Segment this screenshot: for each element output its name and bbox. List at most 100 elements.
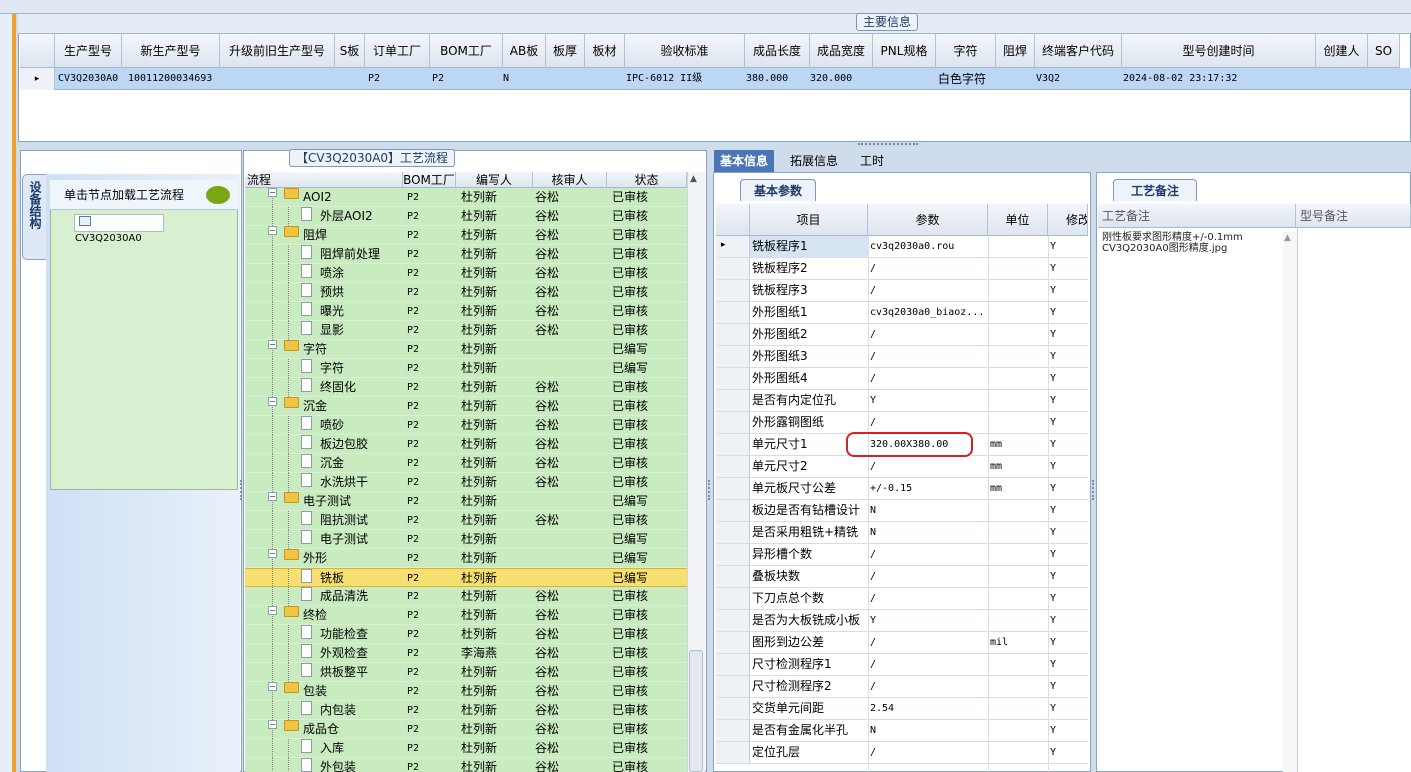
process-row[interactable]: − 外形 P2 杜列新 已编写: [245, 549, 687, 568]
param-row[interactable]: 外形图纸1 cv3q2030a0_biaoz... Y: [750, 302, 1088, 324]
param-value[interactable]: /: [870, 258, 988, 279]
param-row[interactable]: 铣板程序1 cv3q2030a0.rou Y: [750, 236, 1088, 258]
cell-new-model[interactable]: 10011200034693: [128, 68, 212, 90]
param-row-header[interactable]: [716, 720, 750, 742]
param-row[interactable]: 是否采用粗铣+精铣 N Y: [750, 522, 1088, 544]
expander-icon[interactable]: −: [268, 226, 277, 235]
param-value[interactable]: N: [870, 522, 988, 543]
col-ab-board[interactable]: AB板: [503, 34, 546, 68]
param-row-header[interactable]: [716, 610, 750, 632]
scroll-up-icon[interactable]: ▲: [690, 174, 697, 184]
expander-icon[interactable]: −: [268, 606, 277, 615]
param-value[interactable]: N: [870, 500, 988, 521]
param-value[interactable]: /: [870, 280, 988, 301]
process-row[interactable]: 显影 P2 杜列新 谷松 已审核: [245, 321, 687, 340]
param-row[interactable]: 是否有内定位孔 Y Y: [750, 390, 1088, 412]
param-row-header[interactable]: [716, 390, 750, 412]
col-created-time[interactable]: 型号创建时间: [1122, 34, 1316, 68]
col-pnl-spec[interactable]: PNL规格: [873, 34, 936, 68]
col-new-model[interactable]: 新生产型号: [122, 34, 220, 68]
process-row[interactable]: 外层AOI2 P2 杜列新 谷松 已审核: [245, 207, 687, 226]
cell-ab-board[interactable]: N: [503, 68, 509, 90]
tab-basic-info[interactable]: 基本信息: [714, 150, 775, 172]
param-row-header[interactable]: [716, 434, 750, 456]
param-value[interactable]: /: [870, 456, 988, 477]
param-row[interactable]: 交货单元间距 2.54 Y: [750, 698, 1088, 720]
cell-prod-model[interactable]: CV3Q2030A0: [58, 68, 118, 90]
mid-splitter-grip-icon[interactable]: [708, 480, 712, 500]
col-checker[interactable]: 核审人: [533, 172, 607, 188]
param-row-header[interactable]: [716, 412, 750, 434]
process-row[interactable]: − 包装 P2 杜列新 谷松 已审核: [245, 682, 687, 701]
param-row-header[interactable]: [716, 324, 750, 346]
remark-scrollbar[interactable]: [1283, 232, 1297, 772]
process-row[interactable]: 成品清洗 P2 杜列新 谷松 已审核: [245, 587, 687, 606]
param-value[interactable]: /: [870, 368, 988, 389]
param-row[interactable]: 板边是否有钻槽设计 N Y: [750, 500, 1088, 522]
col-solder-mask[interactable]: 阻焊: [996, 34, 1035, 68]
param-row-header[interactable]: [716, 258, 750, 280]
tree-node[interactable]: CV3Q2030A0: [74, 214, 164, 244]
process-row[interactable]: 入库 P2 杜列新 谷松 已审核: [245, 739, 687, 758]
param-value[interactable]: cv3q2030a0_biaoz...: [870, 302, 988, 323]
param-row[interactable]: 单元尺寸2 /mm Y: [750, 456, 1088, 478]
param-row[interactable]: 定位孔层 / Y: [750, 742, 1088, 764]
expander-icon[interactable]: −: [268, 188, 277, 197]
expander-icon[interactable]: −: [268, 682, 277, 691]
param-row[interactable]: 铣板程序3 / Y: [750, 280, 1088, 302]
col-s-board[interactable]: S板: [335, 34, 365, 68]
col-order-factory[interactable]: 订单工厂: [365, 34, 430, 68]
param-row-header[interactable]: ▸: [716, 236, 750, 258]
process-row[interactable]: 沉金 P2 杜列新 谷松 已审核: [245, 454, 687, 473]
param-value[interactable]: /: [870, 566, 988, 587]
col-creator[interactable]: 创建人: [1316, 34, 1368, 68]
expander-icon[interactable]: −: [268, 720, 277, 729]
process-row[interactable]: − 终检 P2 杜列新 谷松 已审核: [245, 606, 687, 625]
process-row[interactable]: 水洗烘干 P2 杜列新 谷松 已审核: [245, 473, 687, 492]
param-row-header[interactable]: [716, 280, 750, 302]
process-row[interactable]: − 阻焊 P2 杜列新 谷松 已审核: [245, 226, 687, 245]
col-length[interactable]: 成品长度: [745, 34, 810, 68]
param-row-header[interactable]: [716, 698, 750, 720]
process-row[interactable]: − AOI2 P2 杜列新 谷松 已审核: [245, 188, 687, 207]
col-process-remark[interactable]: 工艺备注: [1098, 204, 1296, 228]
param-row[interactable]: 是否为大板铣成小板 Y Y: [750, 610, 1088, 632]
param-value[interactable]: /: [870, 742, 988, 763]
expander-icon[interactable]: −: [268, 340, 277, 349]
comment-bubble-icon[interactable]: [206, 186, 230, 204]
param-row[interactable]: 单元板尺寸公差 +/-0.15 mm Y: [750, 478, 1088, 500]
param-row-header[interactable]: [716, 522, 750, 544]
col-model-remark[interactable]: 型号备注: [1296, 204, 1411, 228]
splitter-grip-icon[interactable]: [858, 143, 918, 148]
process-row[interactable]: 功能检查 P2 杜列新 谷松 已审核: [245, 625, 687, 644]
col-material[interactable]: 板材: [585, 34, 625, 68]
param-value[interactable]: /: [870, 412, 988, 433]
param-row[interactable]: 外形图纸3 / Y: [750, 346, 1088, 368]
param-row[interactable]: 尺寸检测程序2 / Y: [750, 676, 1088, 698]
param-row[interactable]: 铣板程序2 / Y: [750, 258, 1088, 280]
param-value[interactable]: /: [870, 346, 988, 367]
param-row-header[interactable]: [716, 346, 750, 368]
param-row-header[interactable]: [716, 676, 750, 698]
process-row[interactable]: 终固化 P2 杜列新 谷松 已审核: [245, 378, 687, 397]
col-width[interactable]: 成品宽度: [810, 34, 873, 68]
param-row-header[interactable]: [716, 478, 750, 500]
col-so[interactable]: SO: [1368, 34, 1400, 68]
param-row-header[interactable]: [716, 302, 750, 324]
cell-customer-code[interactable]: V3Q2: [1036, 68, 1060, 90]
col-char[interactable]: 字符: [936, 34, 996, 68]
param-row-header[interactable]: [716, 368, 750, 390]
param-row[interactable]: 尺寸检测程序1 / Y: [750, 654, 1088, 676]
param-row-header[interactable]: [716, 654, 750, 676]
process-row[interactable]: 板边包胶 P2 杜列新 谷松 已审核: [245, 435, 687, 454]
col-process[interactable]: 流程: [245, 172, 403, 188]
col-param[interactable]: 参数: [868, 204, 988, 236]
process-row[interactable]: 阻焊前处理 P2 杜列新 谷松 已审核: [245, 245, 687, 264]
col-old-model[interactable]: 升级前旧生产型号: [220, 34, 335, 68]
col-prod-model[interactable]: 生产型号: [55, 34, 122, 68]
tab-extended-info[interactable]: 拓展信息: [784, 150, 844, 172]
col-status[interactable]: 状态: [607, 172, 687, 188]
process-row[interactable]: 喷涂 P2 杜列新 谷松 已审核: [245, 264, 687, 283]
param-value[interactable]: N: [870, 720, 988, 741]
col-unit[interactable]: 单位: [988, 204, 1048, 236]
